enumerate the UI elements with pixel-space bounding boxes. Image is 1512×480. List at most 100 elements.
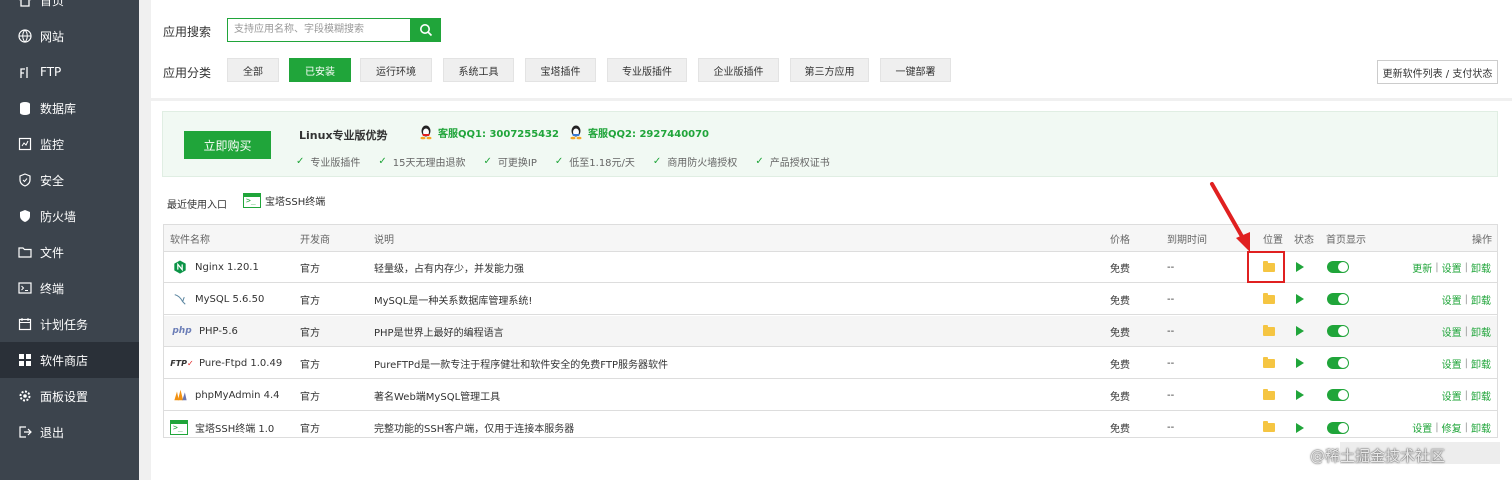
settings-link[interactable]: 设置	[1412, 420, 1432, 435]
price: 免费	[1110, 295, 1130, 307]
status-running[interactable]	[1296, 348, 1304, 378]
uninstall-link[interactable]: 卸载	[1471, 324, 1491, 339]
sidebar-item-label: 软件商店	[40, 353, 89, 368]
uninstall-link[interactable]: 卸载	[1471, 260, 1491, 275]
category-enterprise-plugins[interactable]: 企业版插件	[698, 58, 779, 82]
col-name: 软件名称	[170, 234, 210, 246]
sidebar-item-files[interactable]: 文件	[0, 234, 139, 270]
update-list-button[interactable]: 更新软件列表 / 支付状态	[1377, 60, 1498, 84]
recent-ssh-terminal[interactable]: >_ 宝塔SSH终端	[243, 193, 325, 208]
developer: 官方	[300, 359, 320, 371]
search-input[interactable]: 支持应用名称、字段模糊搜索	[227, 18, 411, 42]
terminal-icon: >_	[170, 420, 188, 435]
toggle-switch	[1327, 357, 1349, 369]
open-folder-button[interactable]	[1263, 348, 1275, 378]
table-row: FTP✓ Pure-Ftpd 1.0.49 官方 PureFTPd是一款专注于程…	[164, 348, 1497, 379]
sidebar-item-label: 安全	[40, 173, 65, 188]
folder-icon	[1263, 356, 1275, 368]
status-running[interactable]	[1296, 380, 1304, 410]
status-running[interactable]	[1296, 252, 1304, 282]
open-folder-button[interactable]	[1263, 316, 1275, 346]
category-all[interactable]: 全部	[227, 58, 279, 82]
category-third-party[interactable]: 第三方应用	[790, 58, 869, 82]
sidebar-item-firewall[interactable]: 防火墙	[0, 198, 139, 234]
software-name-cell: >_ 宝塔SSH终端 1.0	[170, 412, 274, 443]
qq-link-2[interactable]: 客服QQ2: 2927440070	[567, 124, 709, 140]
status-running[interactable]	[1296, 412, 1304, 443]
update-link[interactable]: 更新	[1412, 260, 1432, 275]
home-display-toggle[interactable]	[1327, 284, 1349, 314]
settings-link[interactable]: 设置	[1442, 388, 1462, 403]
feature-item: ✓ 产品授权证书	[755, 154, 829, 169]
sidebar-item-database[interactable]: 数据库	[0, 90, 139, 126]
home-display-toggle[interactable]	[1327, 380, 1349, 410]
col-location: 位置	[1263, 234, 1283, 246]
home-display-toggle[interactable]	[1327, 412, 1349, 443]
settings-link[interactable]: 设置	[1442, 356, 1462, 371]
play-icon	[1296, 262, 1304, 272]
sidebar-item-ftp[interactable]: FTP	[0, 54, 139, 90]
status-running[interactable]	[1296, 316, 1304, 346]
search-button[interactable]	[411, 18, 441, 42]
qq-link-1[interactable]: 客服QQ1: 3007255432	[417, 124, 559, 140]
software-name-cell: MySQL 5.6.50	[172, 284, 264, 314]
check-icon: ✓	[378, 156, 387, 167]
sidebar-item-cron[interactable]: 计划任务	[0, 306, 139, 342]
expire: --	[1167, 422, 1175, 433]
category-runtime[interactable]: 运行环境	[360, 58, 432, 82]
terminal-icon	[18, 281, 32, 295]
sidebar-item-label: 文件	[40, 245, 65, 260]
category-system-tools[interactable]: 系统工具	[443, 58, 514, 82]
sidebar-item-website[interactable]: 网站	[0, 18, 139, 54]
sidebar-item-home[interactable]: 首页	[0, 0, 139, 18]
sidebar-item-store[interactable]: 软件商店	[0, 342, 139, 378]
table-row: phpMyAdmin 4.4 官方 著名Web端MySQL管理工具 免费 -- …	[164, 380, 1497, 411]
expire: --	[1167, 293, 1175, 305]
nginx-icon	[172, 259, 188, 275]
feature-item: ✓ 可更换IP	[484, 154, 537, 169]
home-display-toggle[interactable]	[1327, 316, 1349, 346]
shield-icon	[18, 173, 32, 187]
sidebar-item-logout[interactable]: 退出	[0, 414, 139, 450]
category-installed[interactable]: 已安装	[289, 58, 351, 82]
category-bt-plugins[interactable]: 宝塔插件	[525, 58, 596, 82]
home-display-toggle[interactable]	[1327, 252, 1349, 282]
folder-icon	[1263, 388, 1275, 400]
home-icon	[18, 0, 32, 7]
developer: 官方	[300, 327, 320, 339]
search-label: 应用搜索	[163, 25, 212, 39]
open-folder-button[interactable]	[1263, 412, 1275, 443]
uninstall-link[interactable]: 卸载	[1471, 356, 1491, 371]
banner-title: Linux专业版优势	[299, 129, 388, 142]
status-running[interactable]	[1296, 284, 1304, 314]
home-display-toggle[interactable]	[1327, 348, 1349, 378]
logout-icon	[18, 425, 32, 439]
settings-link[interactable]: 设置	[1442, 292, 1462, 307]
uninstall-link[interactable]: 卸载	[1471, 420, 1491, 435]
repair-link[interactable]: 修复	[1442, 420, 1462, 435]
toggle-switch	[1327, 421, 1349, 434]
sidebar-item-label: 退出	[40, 425, 65, 440]
open-folder-button[interactable]	[1263, 380, 1275, 410]
category-pro-plugins[interactable]: 专业版插件	[607, 58, 687, 82]
sidebar-item-settings[interactable]: 面板设置	[0, 378, 139, 414]
sidebar-item-terminal[interactable]: 终端	[0, 270, 139, 306]
col-price: 价格	[1110, 234, 1130, 246]
buy-now-button[interactable]: 立即购买	[184, 131, 271, 159]
col-dev: 开发商	[300, 234, 330, 246]
open-folder-button[interactable]	[1263, 284, 1275, 314]
developer: 官方	[300, 263, 320, 275]
settings-link[interactable]: 设置	[1442, 260, 1462, 275]
uninstall-link[interactable]: 卸载	[1471, 292, 1491, 307]
price: 免费	[1110, 391, 1130, 403]
sidebar-item-label: FTP	[40, 65, 62, 79]
uninstall-link[interactable]: 卸载	[1471, 388, 1491, 403]
feature-list: ✓ 专业版插件 ✓ 15天无理由退款 ✓ 可更换IP ✓ 低至1.18元/天 ✓ 商用防火…	[296, 154, 848, 169]
sidebar-item-label: 终端	[40, 281, 65, 296]
play-icon	[1296, 422, 1304, 433]
sidebar-item-security[interactable]: 安全	[0, 162, 139, 198]
row-actions: 设置 | 修复 | 卸载	[1412, 420, 1491, 435]
sidebar-item-monitor[interactable]: 监控	[0, 126, 139, 162]
category-one-click[interactable]: 一键部署	[880, 58, 951, 82]
settings-link[interactable]: 设置	[1442, 324, 1462, 339]
